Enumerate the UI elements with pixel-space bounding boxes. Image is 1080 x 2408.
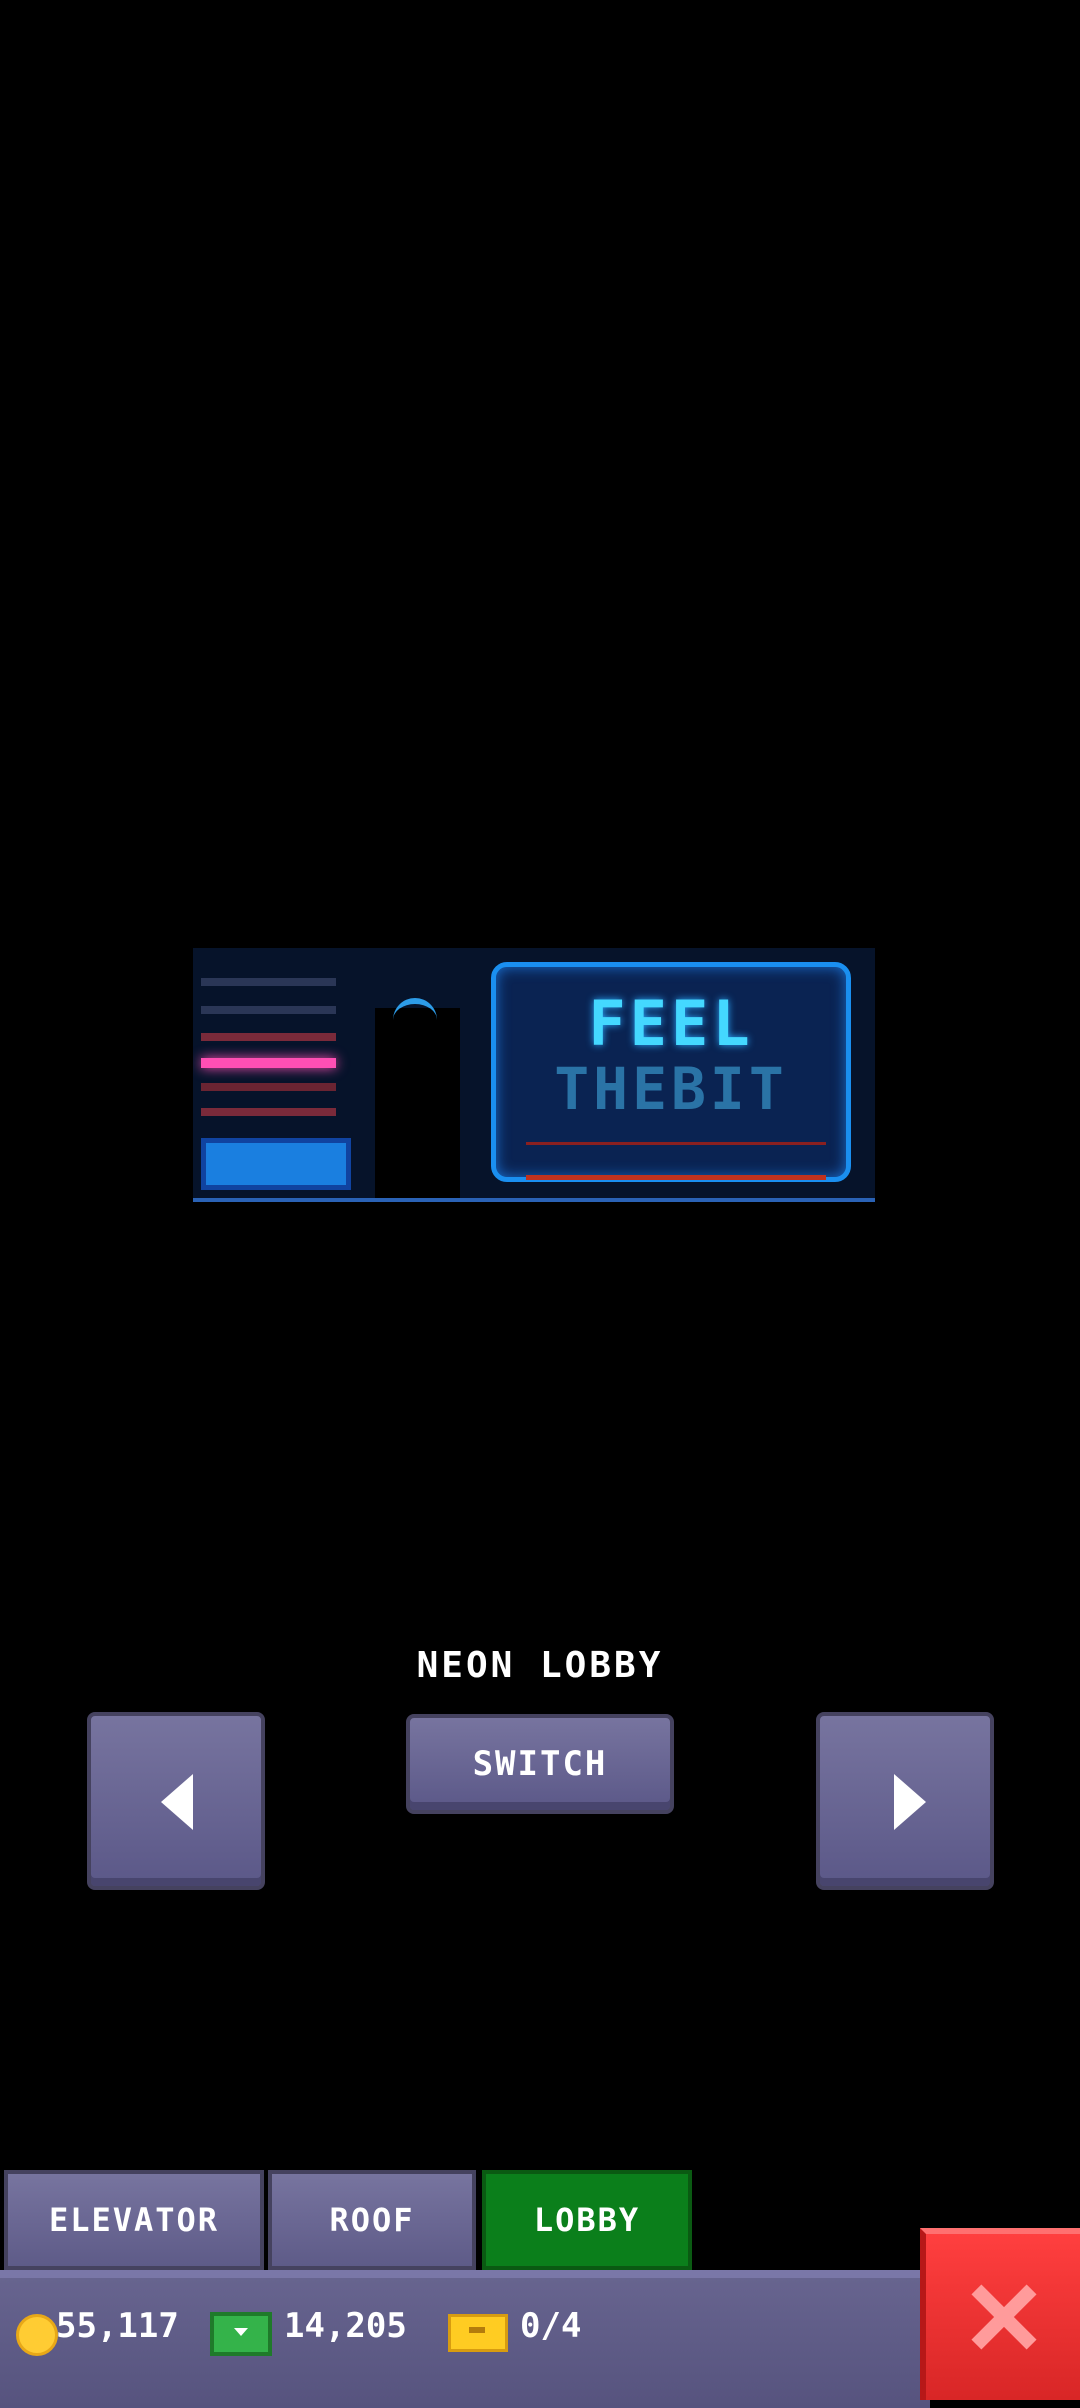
right-arrow-icon: [894, 1774, 926, 1830]
neon-sign: FEEL THEBIT: [491, 962, 851, 1182]
sign-line-1: FEEL: [588, 987, 754, 1060]
previous-theme-button[interactable]: [87, 1712, 265, 1890]
tab-lobby[interactable]: LOBBY: [482, 2170, 692, 2270]
doorway: [375, 1008, 460, 1198]
switch-button[interactable]: SWITCH: [406, 1714, 674, 1814]
wall-stripe: [201, 1108, 336, 1116]
close-icon: [968, 2282, 1038, 2352]
tab-elevator[interactable]: ELEVATOR: [4, 2170, 264, 2270]
ticket-icon: [448, 2314, 508, 2352]
wall-stripe: [201, 978, 336, 986]
coin-icon: [16, 2314, 58, 2356]
tab-roof[interactable]: ROOF: [268, 2170, 476, 2270]
sign-line-2: THEBIT: [554, 1055, 788, 1123]
theme-preview-image: FEEL THEBIT: [193, 948, 875, 1202]
currency-bar: 55,117 14,205 0/4: [0, 2270, 930, 2408]
bux-icon: [210, 2312, 272, 2356]
wall-stripe: [201, 1033, 336, 1041]
bux-count: 14,205: [284, 2306, 407, 2346]
blue-panel: [201, 1138, 351, 1190]
tickets-count: 0/4: [520, 2306, 582, 2346]
left-arrow-icon: [161, 1774, 193, 1830]
wall-stripe: [201, 1083, 336, 1091]
neon-pink-light: [201, 1058, 336, 1068]
next-theme-button[interactable]: [816, 1712, 994, 1890]
theme-name-label: NEON LOBBY: [416, 1645, 664, 1686]
ceiling-lamp: [393, 998, 437, 1026]
coins-count: 55,117: [56, 2306, 179, 2346]
sign-bar: [526, 1142, 826, 1180]
wall-stripe: [201, 1006, 336, 1014]
close-button[interactable]: [920, 2228, 1080, 2400]
